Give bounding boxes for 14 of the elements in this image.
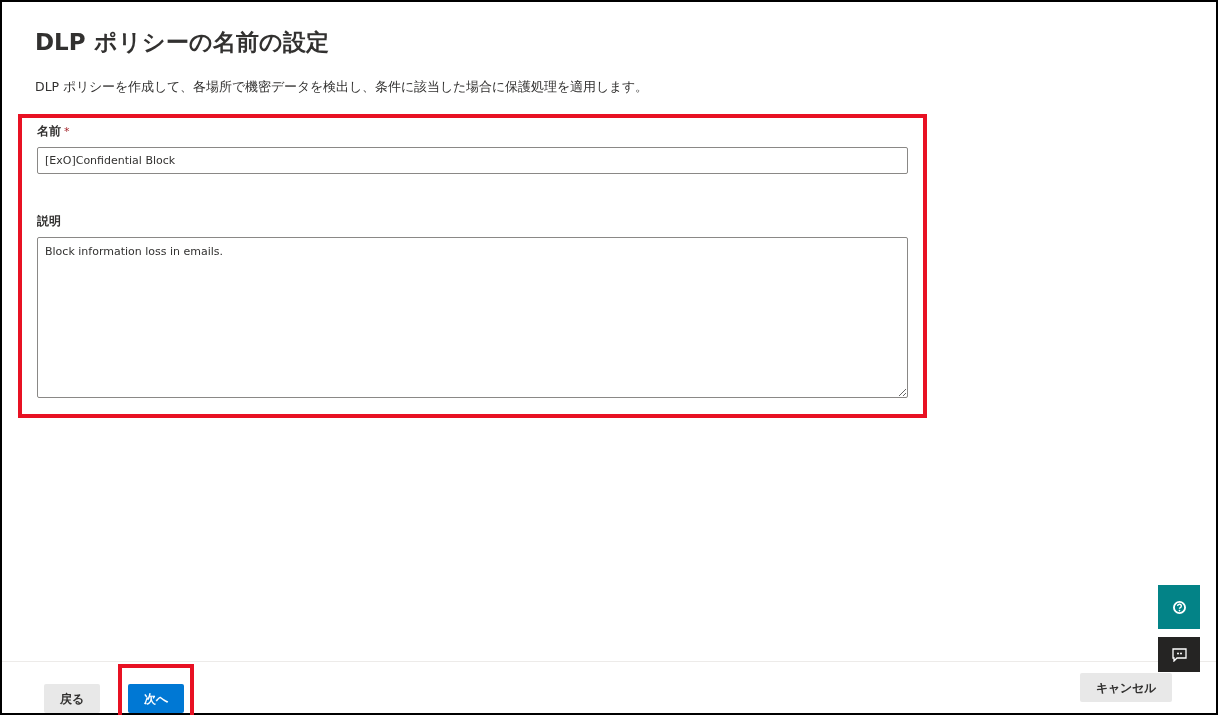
help-icon (1172, 600, 1186, 614)
field-label: 名前 (37, 122, 61, 140)
back-button[interactable]: 戻る (44, 684, 100, 713)
feedback-button[interactable] (1158, 637, 1200, 672)
page-description: DLP ポリシーを作成して、各場所で機密データを検出し、条件に該当した場合に保護処理を適用します。 (35, 78, 650, 96)
cancel-button[interactable]: キャンセル (1080, 673, 1172, 702)
description-text-area[interactable]: Block information loss in emails. (37, 236, 908, 398)
next-button[interactable]: 次へ (128, 684, 184, 713)
help-button[interactable] (1158, 585, 1200, 629)
page-title: DLP ポリシーの名前の設定 (35, 28, 330, 57)
field-label: 説明 (37, 212, 61, 230)
name-input-field[interactable]: [ExO]Confidential Block (37, 146, 908, 174)
required-asterisk: * (64, 123, 70, 140)
feedback-icon (1171, 647, 1187, 662)
